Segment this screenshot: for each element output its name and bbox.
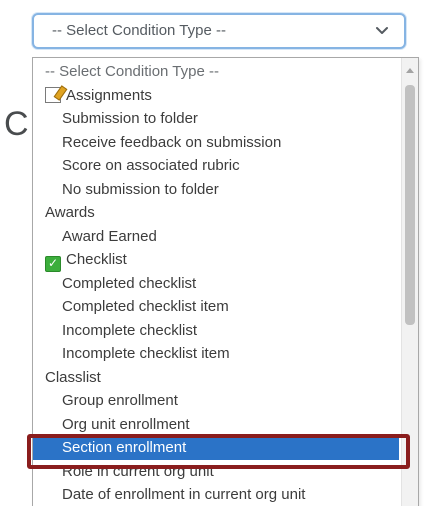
assignment-icon (45, 84, 68, 103)
option-label: -- Select Condition Type -- (45, 63, 219, 80)
option-completed-checklist-item[interactable]: Completed checklist item (33, 295, 399, 319)
option-label: Date of enrollment in current org unit (62, 486, 306, 503)
option-label: Completed checklist (62, 274, 197, 292)
scrollbar-thumb[interactable] (405, 85, 415, 325)
option-label: Score on associated rubric (62, 157, 240, 174)
option-label: Incomplete checklist item (62, 345, 230, 362)
option-label: Award Earned (62, 227, 157, 245)
checklist-icon: ✓ (45, 256, 61, 272)
option-label: Group enrollment (62, 392, 178, 409)
option-label: Classlist (45, 368, 101, 386)
option-group-awards[interactable]: Awards (33, 201, 399, 225)
option-section-enrollment[interactable]: Section enrollment (33, 436, 399, 460)
option-label: Receive feedback on submission (62, 133, 282, 151)
option-label: No submission to folder (62, 180, 219, 198)
option-incomplete-checklist[interactable]: Incomplete checklist (33, 319, 399, 343)
condition-type-dropdown-list[interactable]: -- Select Condition Type -- Assignments Su… (32, 57, 419, 506)
option-label: Section enrollment (62, 439, 187, 456)
option-label: Submission to folder (62, 110, 198, 127)
option-no-submission-to-folder[interactable]: No submission to folder (33, 178, 399, 202)
condition-type-select[interactable]: -- Select Condition Type -- (32, 13, 406, 49)
option-label: Checklist (66, 251, 127, 268)
option-label: Completed checklist item (62, 298, 229, 315)
option-incomplete-checklist-item[interactable]: Incomplete checklist item (33, 342, 399, 366)
option-placeholder[interactable]: -- Select Condition Type -- (33, 60, 399, 84)
chevron-down-icon[interactable] (374, 24, 390, 38)
option-award-earned[interactable]: Award Earned (33, 225, 399, 249)
option-label: Awards (45, 204, 95, 221)
option-role-in-current-org-unit[interactable]: Role in current org unit (33, 460, 399, 484)
option-label: Role in current org unit (62, 462, 214, 480)
option-score-on-associated-rubric[interactable]: Score on associated rubric (33, 154, 399, 178)
option-group-assignments[interactable]: Assignments (33, 84, 399, 108)
option-receive-feedback-on-submission[interactable]: Receive feedback on submission (33, 131, 399, 155)
dropdown-scrollbar[interactable] (401, 58, 418, 506)
option-group-checklist[interactable]: ✓ Checklist (33, 248, 399, 272)
option-label: Org unit enrollment (62, 415, 190, 433)
option-date-of-enrollment-in-current-org-unit[interactable]: Date of enrollment in current org unit (33, 483, 399, 506)
page: C -- Select Condition Type -- -- Select … (0, 0, 425, 506)
option-group-enrollment[interactable]: Group enrollment (33, 389, 399, 413)
select-current-value: -- Select Condition Type -- (52, 22, 226, 39)
option-label: Assignments (66, 86, 152, 104)
option-label: Incomplete checklist (62, 321, 198, 339)
option-org-unit-enrollment[interactable]: Org unit enrollment (33, 413, 399, 437)
background-heading-fragment: C (4, 105, 29, 143)
scroll-up-arrow-icon[interactable] (406, 68, 414, 73)
option-group-classlist[interactable]: Classlist (33, 366, 399, 390)
option-list: -- Select Condition Type -- Assignments Su… (33, 60, 399, 506)
option-completed-checklist[interactable]: Completed checklist (33, 272, 399, 296)
option-submission-to-folder[interactable]: Submission to folder (33, 107, 399, 131)
